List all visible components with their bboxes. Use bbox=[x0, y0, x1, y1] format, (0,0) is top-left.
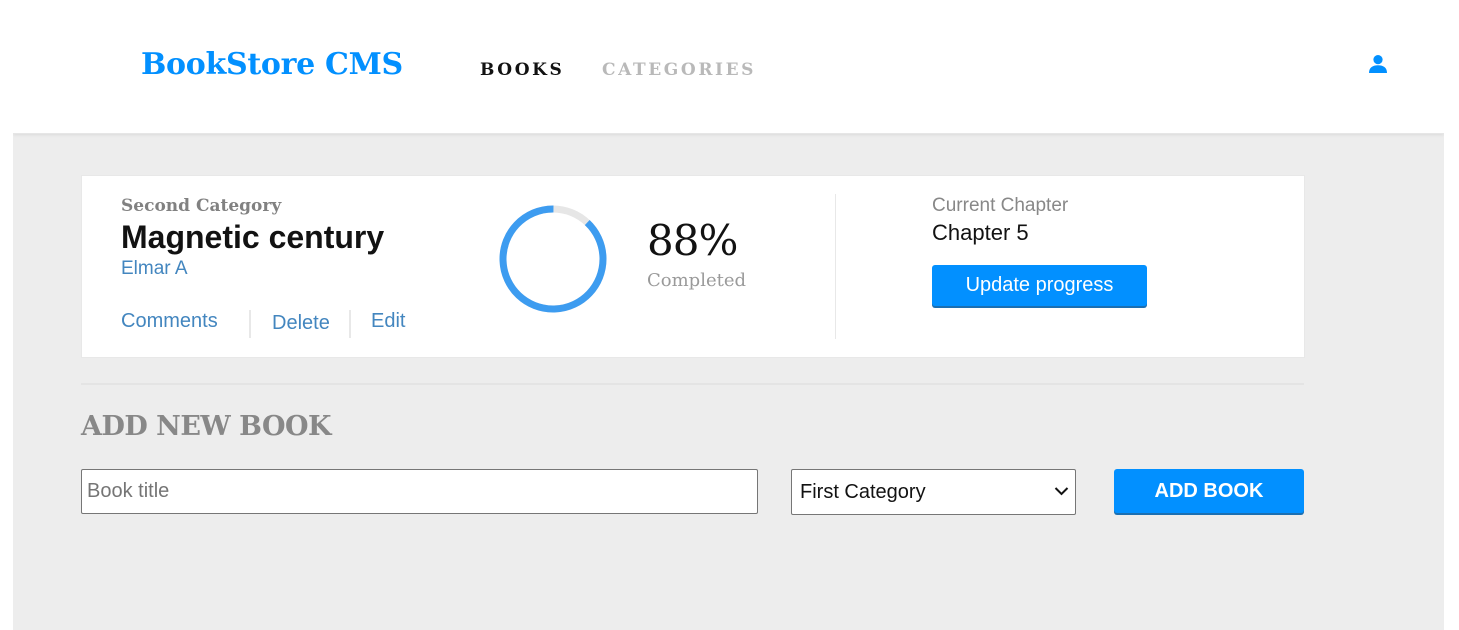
current-chapter-value: Chapter 5 bbox=[932, 220, 1029, 245]
header: BookStore CMS BOOKS CATEGORIES bbox=[13, 4, 1444, 134]
brand-logo[interactable]: BookStore CMS bbox=[141, 47, 403, 82]
edit-button[interactable]: Edit bbox=[371, 310, 405, 333]
nav-link-books[interactable]: BOOKS bbox=[480, 60, 564, 80]
card-divider bbox=[835, 194, 836, 339]
update-progress-button[interactable]: Update progress bbox=[932, 265, 1147, 306]
category-select[interactable]: First Category bbox=[791, 469, 1076, 515]
book-title: Magnetic century bbox=[121, 219, 385, 255]
add-book-form-title: ADD NEW BOOK bbox=[81, 411, 332, 442]
app-container: BookStore CMS BOOKS CATEGORIES Second Ca… bbox=[13, 4, 1444, 630]
section-divider bbox=[81, 383, 1304, 385]
progress-percent: 88% bbox=[647, 216, 738, 265]
comments-button[interactable]: Comments bbox=[121, 310, 218, 333]
category-select-value: First Category bbox=[800, 481, 926, 503]
book-category: Second Category bbox=[121, 196, 282, 216]
chevron-down-icon bbox=[1054, 487, 1069, 496]
action-divider bbox=[349, 310, 351, 338]
book-card: Second Category Magnetic century Elmar A… bbox=[81, 175, 1305, 358]
progress-label: Completed bbox=[647, 270, 747, 291]
book-author[interactable]: Elmar A bbox=[121, 258, 188, 280]
progress-ring-fill bbox=[499, 205, 607, 313]
add-book-button[interactable]: ADD BOOK bbox=[1114, 469, 1304, 513]
nav-link-categories[interactable]: CATEGORIES bbox=[602, 60, 756, 80]
delete-button[interactable]: Delete bbox=[272, 312, 330, 335]
book-title-input[interactable] bbox=[81, 469, 758, 514]
progress-ring bbox=[499, 205, 607, 313]
action-divider bbox=[249, 310, 251, 338]
current-chapter-label: Current Chapter bbox=[932, 195, 1069, 216]
user-icon[interactable] bbox=[1368, 54, 1388, 74]
